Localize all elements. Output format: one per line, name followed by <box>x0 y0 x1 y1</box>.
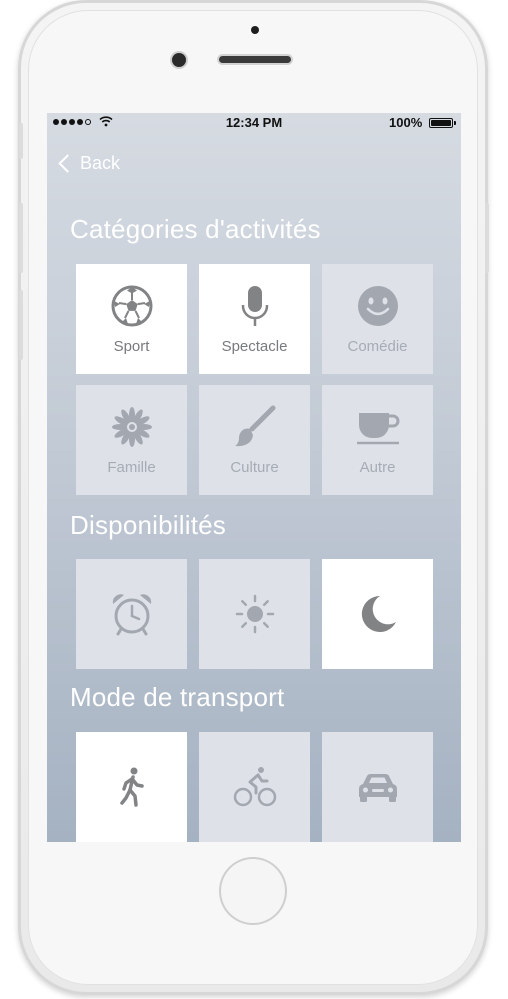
category-label-autre: Autre <box>359 458 396 476</box>
category-tile-autre[interactable]: Autre <box>322 385 433 495</box>
battery-percentage: 100% <box>389 115 423 130</box>
moon-icon <box>361 595 396 632</box>
volume-down-button <box>19 290 23 360</box>
home-button[interactable] <box>219 857 287 925</box>
availability-section-title: Disponibilités <box>70 510 226 540</box>
availability-tile-day[interactable] <box>199 559 310 669</box>
transport-tile-car[interactable] <box>322 732 433 842</box>
category-tile-sport[interactable]: Sport <box>76 264 187 374</box>
front-camera <box>172 53 186 67</box>
microphone-icon <box>241 285 268 326</box>
back-label: Back <box>80 153 121 173</box>
category-tile-culture[interactable]: Culture <box>199 385 310 495</box>
transport-tile-bike[interactable] <box>199 732 310 842</box>
battery-icon <box>429 118 456 128</box>
proximity-sensor <box>251 26 259 34</box>
availability-tile-morning[interactable] <box>76 559 187 669</box>
categories-section-title: Catégories d'activités <box>70 214 321 244</box>
back-button[interactable]: Back <box>57 153 120 174</box>
volume-up-button <box>19 203 23 273</box>
category-label-sport: Sport <box>113 337 150 355</box>
category-label-culture: Culture <box>230 458 279 476</box>
paintbrush-icon <box>234 405 275 446</box>
bicycle-icon <box>233 767 276 807</box>
sun-icon <box>235 594 274 634</box>
transport-tile-walk[interactable] <box>76 732 187 842</box>
walking-icon <box>119 767 144 807</box>
flower-icon <box>111 406 152 447</box>
category-tile-spectacle[interactable]: Spectacle <box>199 264 310 374</box>
category-tile-famille[interactable]: Famille <box>76 385 187 495</box>
category-label-comedie: Comédie <box>347 337 408 355</box>
silent-switch <box>19 123 23 159</box>
smiley-icon <box>357 285 398 326</box>
category-label-famille: Famille <box>107 458 156 476</box>
earpiece-speaker <box>219 56 291 63</box>
soccer-ball-icon <box>111 285 152 326</box>
availability-tile-night[interactable] <box>322 559 433 669</box>
car-icon <box>358 774 397 802</box>
category-tile-comedie[interactable]: Comédie <box>322 264 433 374</box>
app-screen: 12:34 PM 100% Back Catégories d'activité… <box>47 113 461 842</box>
cup-icon <box>356 412 399 444</box>
alarm-clock-icon <box>112 594 151 636</box>
transport-section-title: Mode de transport <box>70 682 285 712</box>
chevron-left-icon <box>58 154 77 173</box>
power-button <box>485 203 489 273</box>
category-label-spectacle: Spectacle <box>221 337 288 355</box>
status-bar: 12:34 PM 100% <box>47 113 461 133</box>
